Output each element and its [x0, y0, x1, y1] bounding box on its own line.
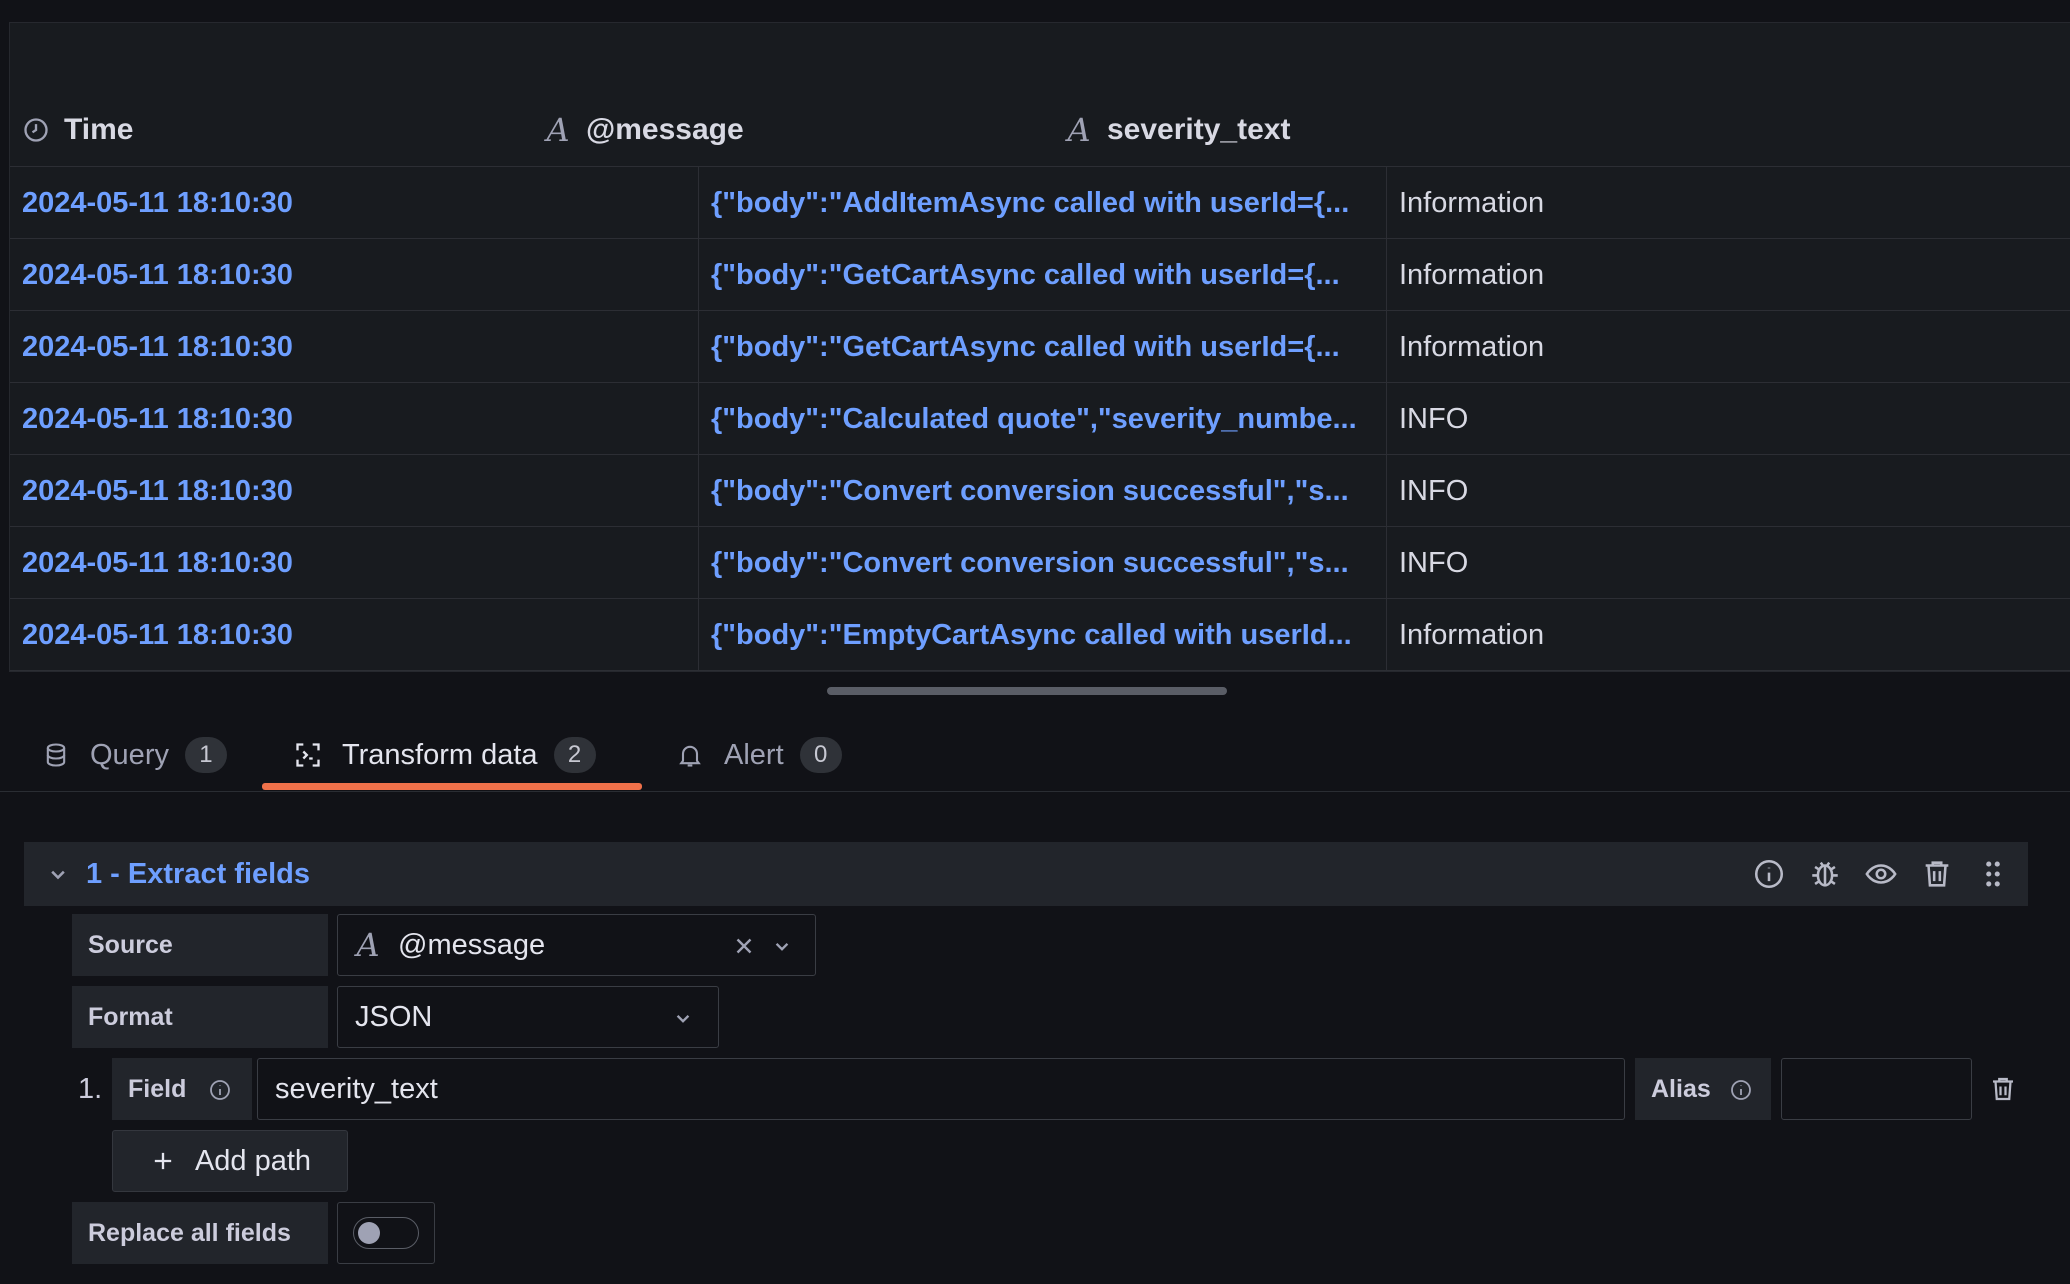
table-row: 2024-05-11 18:10:30 {"body":"Calculated …	[10, 383, 2070, 455]
format-select-value: JSON	[355, 1000, 433, 1033]
table-row: 2024-05-11 18:10:30 {"body":"EmptyCartAs…	[10, 599, 2070, 671]
info-icon[interactable]	[1729, 1077, 1753, 1101]
column-header-label: Time	[64, 113, 134, 146]
time-cell[interactable]: 2024-05-11 18:10:30	[22, 455, 293, 527]
editor-tabs: Query 1 Transform data 2 Alert 0	[0, 718, 2070, 792]
field-label-text: Field	[128, 1074, 187, 1103]
transformation-header[interactable]: 1 - Extract fields	[24, 842, 2028, 906]
column-header-label: severity_text	[1107, 113, 1291, 146]
format-select[interactable]: JSON	[337, 986, 719, 1048]
info-icon[interactable]	[208, 1077, 232, 1101]
clock-icon	[22, 116, 50, 144]
column-header-message[interactable]: A @message	[544, 93, 744, 167]
tab-transform-data[interactable]: Transform data 2	[294, 718, 596, 792]
bell-icon	[676, 741, 704, 769]
toggle-knob	[358, 1222, 380, 1244]
source-select-value: @message	[398, 928, 546, 961]
alias-label-text: Alias	[1651, 1074, 1711, 1103]
column-header-label: @message	[586, 113, 744, 146]
active-tab-indicator	[262, 783, 642, 790]
time-cell[interactable]: 2024-05-11 18:10:30	[22, 239, 293, 311]
format-label: Format	[72, 986, 328, 1048]
table-row: 2024-05-11 18:10:30 {"body":"GetCartAsyn…	[10, 239, 2070, 311]
eye-icon[interactable]	[1864, 857, 1898, 891]
tab-count-badge: 1	[184, 737, 227, 773]
time-cell[interactable]: 2024-05-11 18:10:30	[22, 311, 293, 383]
tab-label: Alert	[724, 738, 784, 771]
table-row: 2024-05-11 18:10:30 {"body":"GetCartAsyn…	[10, 311, 2070, 383]
severity-cell: Information	[1399, 330, 1545, 363]
tab-count-badge: 2	[553, 737, 596, 773]
path-index: 1.	[78, 1072, 103, 1105]
column-header-time[interactable]: Time	[22, 93, 133, 167]
time-cell[interactable]: 2024-05-11 18:10:30	[22, 167, 293, 239]
tab-query[interactable]: Query 1	[42, 718, 227, 792]
field-path-input[interactable]: severity_text	[257, 1058, 1625, 1120]
chevron-down-icon[interactable]	[769, 933, 795, 959]
info-icon[interactable]	[1752, 857, 1786, 891]
severity-cell: Information	[1399, 618, 1545, 651]
field-path-value: severity_text	[275, 1072, 438, 1105]
transform-icon	[294, 741, 322, 769]
replace-all-fields-label: Replace all fields	[72, 1202, 328, 1264]
time-cell[interactable]: 2024-05-11 18:10:30	[22, 527, 293, 599]
chevron-down-icon[interactable]	[44, 860, 72, 888]
message-cell[interactable]: {"body":"Convert conversion successful",…	[711, 527, 1371, 599]
database-icon	[42, 741, 70, 769]
source-label: Source	[72, 914, 328, 976]
message-cell[interactable]: {"body":"Calculated quote","severity_num…	[711, 383, 1371, 455]
table-row: 2024-05-11 18:10:30 {"body":"Convert con…	[10, 527, 2070, 599]
string-field-icon: A	[356, 926, 380, 964]
severity-cell: INFO	[1399, 546, 1469, 579]
message-cell[interactable]: {"body":"EmptyCartAsync called with user…	[711, 599, 1371, 671]
tab-alert[interactable]: Alert 0	[676, 718, 842, 792]
tab-count-badge: 0	[799, 737, 842, 773]
add-path-label: Add path	[194, 1144, 312, 1177]
tab-label: Query	[90, 738, 169, 771]
trash-icon[interactable]	[1920, 857, 1954, 891]
table-panel: Time A @message A severity_text 2024-05-…	[9, 22, 2070, 672]
table-row: 2024-05-11 18:10:30 {"body":"Convert con…	[10, 455, 2070, 527]
alias-label: Alias	[1635, 1058, 1771, 1120]
message-cell[interactable]: {"body":"AddItemAsync called with userId…	[711, 167, 1371, 239]
plus-icon	[149, 1147, 177, 1175]
column-header-severity[interactable]: A severity_text	[1065, 93, 1290, 167]
tab-label: Transform data	[342, 738, 538, 771]
time-cell[interactable]: 2024-05-11 18:10:30	[22, 383, 293, 455]
trash-icon[interactable]	[1988, 1074, 2018, 1104]
message-cell[interactable]: {"body":"GetCartAsync called with userId…	[711, 239, 1371, 311]
clear-icon[interactable]	[731, 933, 757, 959]
message-cell[interactable]: {"body":"Convert conversion successful",…	[711, 455, 1371, 527]
panel-resize-handle[interactable]	[827, 687, 1227, 695]
severity-cell: Information	[1399, 186, 1545, 219]
transformation-actions	[1752, 842, 2010, 906]
string-field-icon: A	[546, 111, 570, 149]
chevron-down-icon[interactable]	[670, 1005, 696, 1031]
string-field-icon: A	[1067, 111, 1091, 149]
time-cell[interactable]: 2024-05-11 18:10:30	[22, 599, 293, 671]
source-select[interactable]: A @message	[337, 914, 816, 976]
table-body: 2024-05-11 18:10:30 {"body":"AddItemAsyn…	[10, 167, 2070, 671]
severity-cell: INFO	[1399, 402, 1469, 435]
drag-handle-icon[interactable]	[1976, 857, 2010, 891]
replace-all-fields-toggle[interactable]	[353, 1217, 419, 1249]
message-cell[interactable]: {"body":"GetCartAsync called with userId…	[711, 311, 1371, 383]
severity-cell: Information	[1399, 258, 1545, 291]
transformation-title[interactable]: 1 - Extract fields	[86, 842, 310, 906]
table-row: 2024-05-11 18:10:30 {"body":"AddItemAsyn…	[10, 167, 2070, 239]
severity-cell: INFO	[1399, 474, 1469, 507]
field-label: Field	[112, 1058, 252, 1120]
debug-icon[interactable]	[1808, 857, 1842, 891]
alias-input[interactable]	[1781, 1058, 1972, 1120]
table-header: Time A @message A severity_text	[10, 93, 2070, 167]
add-path-button[interactable]: Add path	[112, 1130, 348, 1192]
